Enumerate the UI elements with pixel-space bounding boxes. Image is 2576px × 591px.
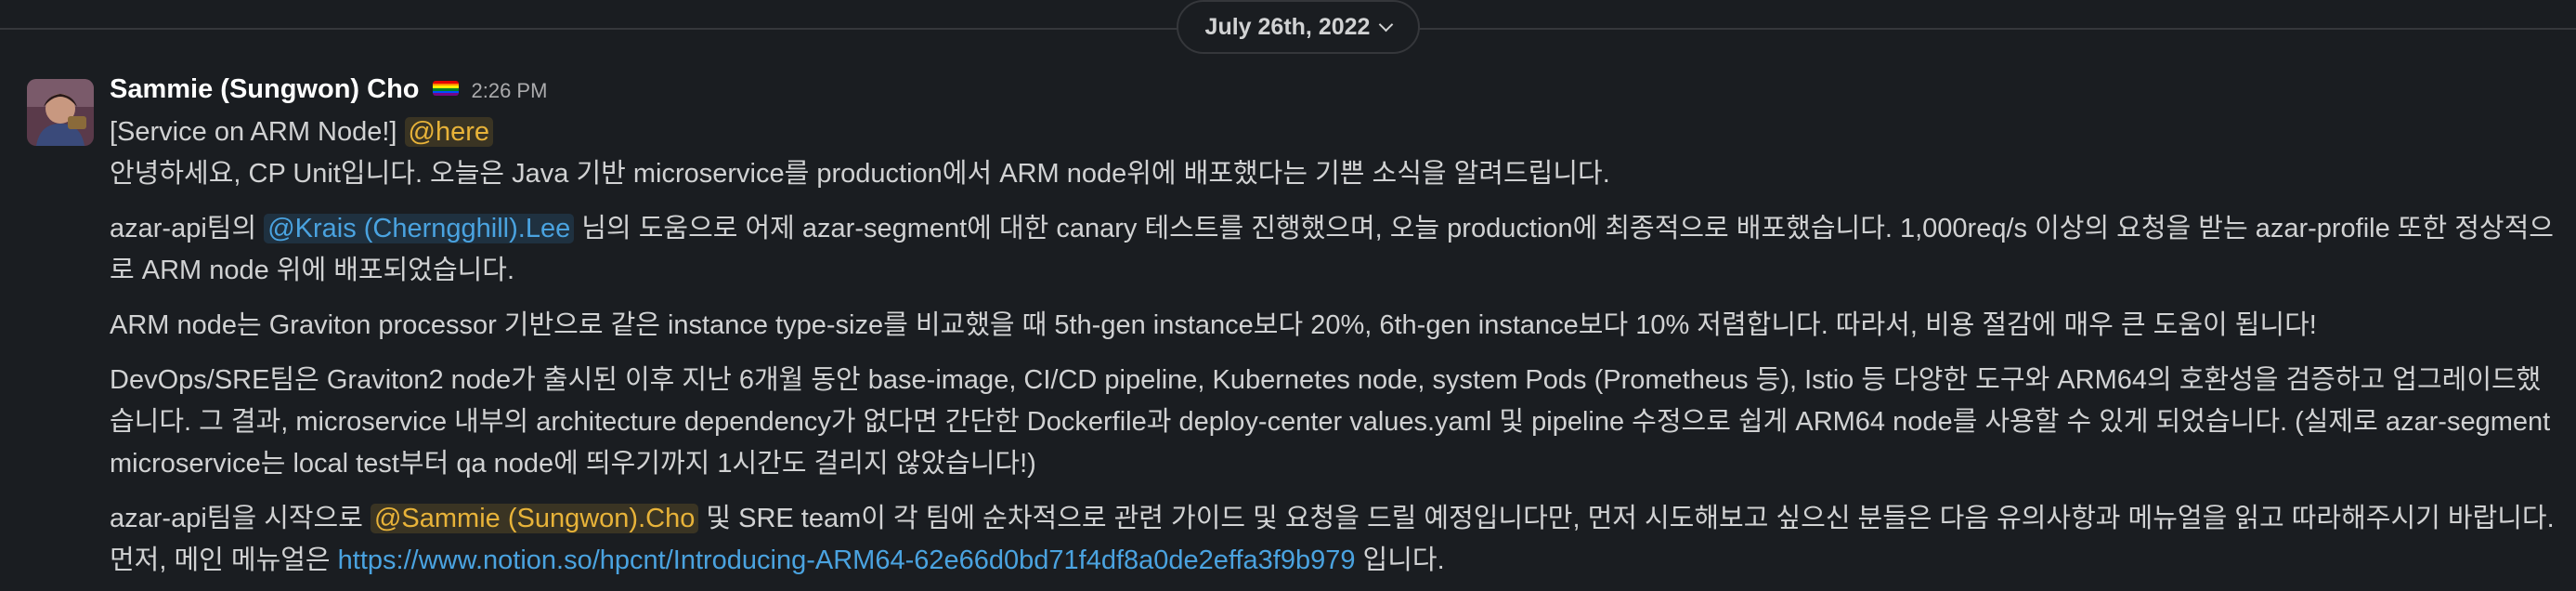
user-avatar-image — [27, 79, 94, 146]
manual-prefix: 먼저, 메인 메뉴얼은 — [110, 545, 338, 575]
here-mention[interactable]: @here — [404, 117, 494, 147]
date-divider: July 26th, 2022 — [0, 0, 2576, 59]
paragraph-guide-prefix: azar-api팀을 시작으로 — [110, 504, 371, 533]
message: Sammie (Sungwon) Cho 2:26 PM [Service on… — [0, 59, 2576, 591]
rainbow-flag-icon — [432, 81, 459, 96]
message-header: Sammie (Sungwon) Cho 2:26 PM — [110, 74, 2561, 112]
paragraph-manual: 먼저, 메인 메뉴얼은 https://www.notion.so/hpcnt/… — [110, 540, 2561, 582]
title-text: [Service on ARM Node!] — [110, 117, 397, 147]
greeting-line: 안녕하세요, CP Unit입니다. 오늘은 Java 기반 microserv… — [110, 159, 1610, 189]
date-label: July 26th, 2022 — [1204, 13, 1371, 40]
notion-manual-link[interactable]: https://www.notion.so/hpcnt/Introducing-… — [338, 545, 1356, 575]
message-body: [Service on ARM Node!] @here 안녕하세요, CP U… — [110, 112, 2561, 582]
date-jump-button[interactable]: July 26th, 2022 — [1177, 0, 1420, 54]
sender-name[interactable]: Sammie (Sungwon) Cho — [110, 74, 420, 105]
paragraph-guide-text: 및 SRE team이 각 팀에 순차적으로 관련 가이드 및 요청을 드릴 예… — [698, 504, 2555, 533]
manual-suffix: 입니다. — [1355, 545, 1445, 575]
user-mention-sammie[interactable]: @Sammie (Sungwon).Cho — [370, 504, 699, 533]
message-timestamp[interactable]: 2:26 PM — [472, 79, 548, 103]
paragraph-graviton: ARM node는 Graviton processor 기반으로 같은 ins… — [110, 310, 2317, 340]
chevron-down-icon — [1379, 17, 1394, 32]
paragraph-devops: DevOps/SRE팀은 Graviton2 node가 출시된 이후 지난 6… — [110, 365, 2551, 479]
avatar[interactable] — [27, 79, 94, 146]
paragraph-canary: azar-api팀의 @Krais (Cherngghill).Lee 님의 도… — [110, 208, 2561, 292]
title-line: [Service on ARM Node!] @here — [110, 112, 2561, 153]
paragraph-canary-prefix: azar-api팀의 — [110, 214, 265, 243]
user-mention-krais[interactable]: @Krais (Cherngghill).Lee — [264, 214, 575, 243]
message-content: Sammie (Sungwon) Cho 2:26 PM [Service on… — [110, 74, 2561, 582]
paragraph-guide: azar-api팀을 시작으로 @Sammie (Sungwon).Cho 및 … — [110, 498, 2561, 540]
